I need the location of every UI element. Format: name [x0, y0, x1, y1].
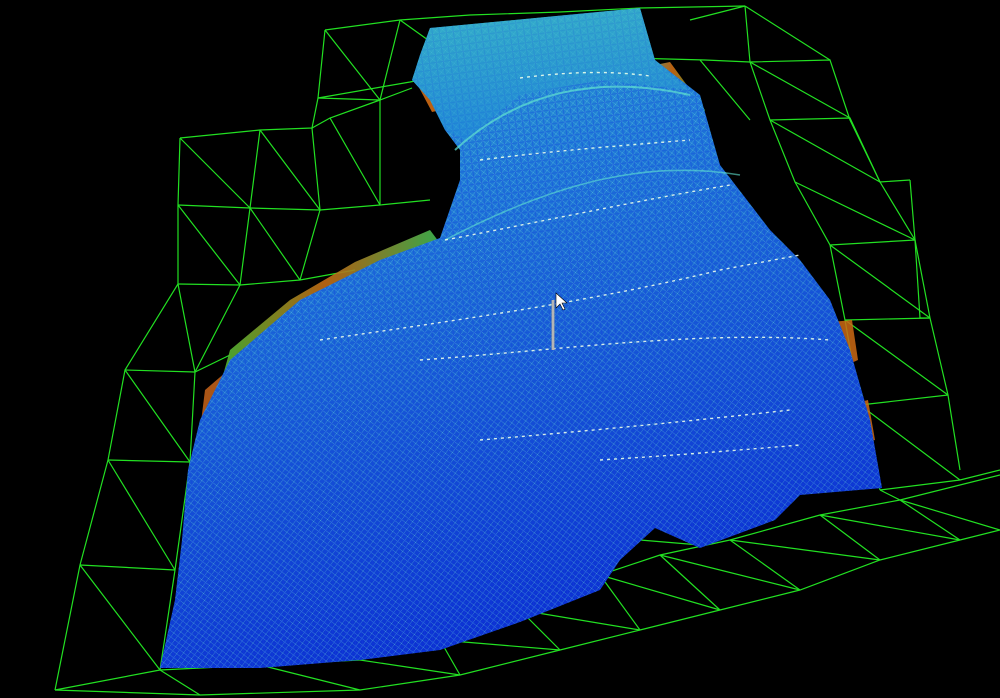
terrain-scene[interactable] — [0, 0, 1000, 698]
pit-surface — [160, 8, 882, 668]
3d-viewport[interactable] — [0, 0, 1000, 698]
